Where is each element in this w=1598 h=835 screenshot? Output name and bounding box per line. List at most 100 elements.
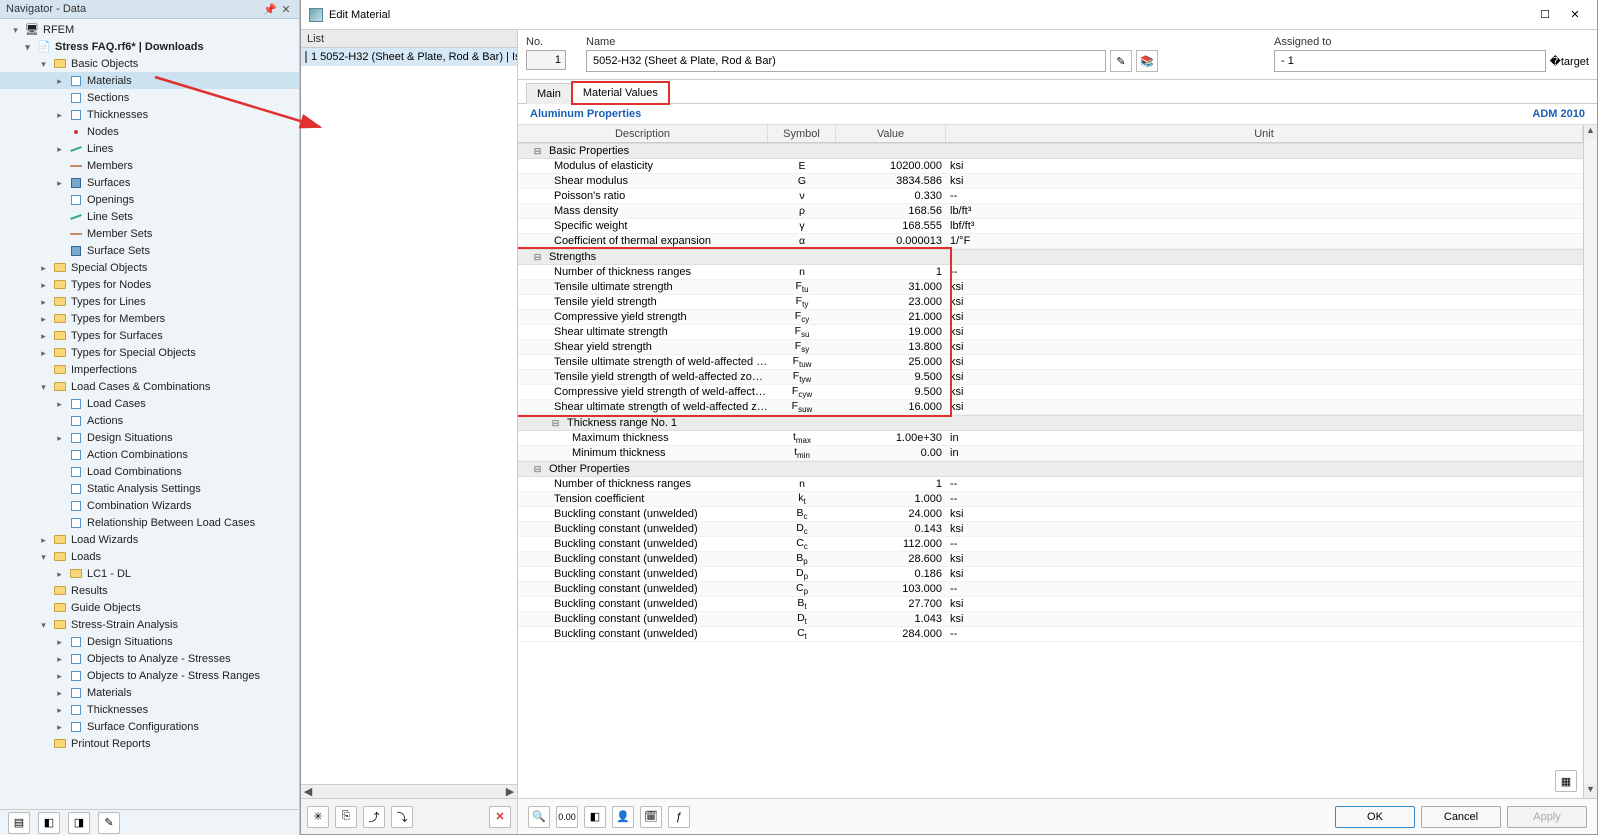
tree-item[interactable]: ▸Load Wizards: [0, 531, 299, 548]
tree-item[interactable]: Line Sets: [0, 208, 299, 225]
data-row[interactable]: Shear ultimate strengthFsu19.000ksi: [518, 325, 1583, 340]
tree-item[interactable]: Members: [0, 157, 299, 174]
tree-item[interactable]: Relationship Between Load Cases: [0, 514, 299, 531]
data-row[interactable]: Minimum thicknesstmin0.00in: [518, 446, 1583, 461]
toolbar-btn-4[interactable]: ⤵: [391, 806, 413, 828]
tree-item[interactable]: ▸Types for Lines: [0, 293, 299, 310]
tree-item[interactable]: ▸Materials: [0, 684, 299, 701]
footer-icon-5[interactable]: 🗓: [640, 806, 662, 828]
help-icon[interactable]: 🔍: [528, 806, 550, 828]
tree-item[interactable]: Surface Sets: [0, 242, 299, 259]
tree-item[interactable]: ▾Loads: [0, 548, 299, 565]
tree-item[interactable]: Combination Wizards: [0, 497, 299, 514]
data-row[interactable]: Buckling constant (unwelded)Dt1.043ksi: [518, 612, 1583, 627]
data-row[interactable]: Compressive yield strengthFcy21.000ksi: [518, 310, 1583, 325]
tree-item[interactable]: ▸Design Situations: [0, 633, 299, 650]
data-row[interactable]: Coefficient of thermal expansionα0.00001…: [518, 234, 1583, 249]
nav-view-display-icon[interactable]: ◧: [38, 812, 60, 834]
tree-item[interactable]: ▸Special Objects: [0, 259, 299, 276]
tree-item[interactable]: ▸LC1 - DL: [0, 565, 299, 582]
tree-item[interactable]: ▸Surfaces: [0, 174, 299, 191]
group-row[interactable]: ⊟Strengths: [518, 249, 1583, 265]
data-row[interactable]: Maximum thicknesstmax1.00e+30in: [518, 431, 1583, 446]
nav-view-data-icon[interactable]: ▤: [8, 812, 30, 834]
tree-item[interactable]: ▾Load Cases & Combinations: [0, 378, 299, 395]
pin-icon[interactable]: 📌: [263, 2, 277, 16]
data-row[interactable]: Tensile ultimate strengthFtu31.000ksi: [518, 280, 1583, 295]
tree-item[interactable]: Sections: [0, 89, 299, 106]
apply-button[interactable]: Apply: [1507, 806, 1587, 828]
tree-item[interactable]: ▸Design Situations: [0, 429, 299, 446]
tree-item[interactable]: Actions: [0, 412, 299, 429]
data-row[interactable]: Specific weightγ168.555lbf/ft³: [518, 219, 1583, 234]
tree-item[interactable]: Static Analysis Settings: [0, 480, 299, 497]
data-row[interactable]: Buckling constant (unwelded)Dp0.186ksi: [518, 567, 1583, 582]
library-icon[interactable]: 📚: [1136, 50, 1158, 72]
group-row[interactable]: ⊟Other Properties: [518, 461, 1583, 477]
tree-item[interactable]: ▸Objects to Analyze - Stresses: [0, 650, 299, 667]
tree-item[interactable]: ▸Objects to Analyze - Stress Ranges: [0, 667, 299, 684]
tab-material-values[interactable]: Material Values: [572, 82, 669, 104]
data-row[interactable]: Tensile ultimate strength of weld-affect…: [518, 355, 1583, 370]
data-row[interactable]: Buckling constant (unwelded)Bc24.000ksi: [518, 507, 1583, 522]
grid-corner-button[interactable]: ▦: [1555, 770, 1577, 792]
tree-item[interactable]: Member Sets: [0, 225, 299, 242]
grid-vscroll[interactable]: ▲▼: [1583, 125, 1597, 798]
footer-icon-4[interactable]: 👤: [612, 806, 634, 828]
data-row[interactable]: Buckling constant (unwelded)Ct284.000--: [518, 627, 1583, 642]
delete-item-button[interactable]: ✕: [489, 806, 511, 828]
tree-item[interactable]: Guide Objects: [0, 599, 299, 616]
properties-grid[interactable]: Description Symbol Value Unit ⊟Basic Pro…: [518, 125, 1583, 798]
data-row[interactable]: Buckling constant (unwelded)Bp28.600ksi: [518, 552, 1583, 567]
data-row[interactable]: Compressive yield strength of weld-affec…: [518, 385, 1583, 400]
group-row[interactable]: ⊟Thickness range No. 1: [518, 415, 1583, 431]
cancel-button[interactable]: Cancel: [1421, 806, 1501, 828]
window-close-button[interactable]: ✕: [1561, 5, 1589, 25]
navigator-tree[interactable]: ▾🖥RFEM▾📄Stress FAQ.rf6* | Downloads▾Basi…: [0, 19, 299, 809]
nav-view-results-icon[interactable]: ✎: [98, 812, 120, 834]
name-field[interactable]: [586, 50, 1106, 72]
window-maximize-button[interactable]: ☐: [1531, 5, 1559, 25]
edit-name-icon[interactable]: ✎: [1110, 50, 1132, 72]
tree-item[interactable]: ▸Thicknesses: [0, 106, 299, 123]
ok-button[interactable]: OK: [1335, 806, 1415, 828]
tree-item[interactable]: ▸Types for Nodes: [0, 276, 299, 293]
tree-item[interactable]: Imperfections: [0, 361, 299, 378]
tree-item[interactable]: Printout Reports: [0, 735, 299, 752]
list-item[interactable]: 1 5052-H32 (Sheet & Plate, Rod & Bar) | …: [301, 48, 517, 66]
tree-item[interactable]: ▸Materials: [0, 72, 299, 89]
data-row[interactable]: Tension coefficientkt1.000--: [518, 492, 1583, 507]
tree-item[interactable]: Results: [0, 582, 299, 599]
close-icon[interactable]: ✕: [279, 2, 293, 16]
select-assigned-icon[interactable]: �target: [1550, 55, 1589, 68]
footer-icon-3[interactable]: ◧: [584, 806, 606, 828]
tree-item[interactable]: Action Combinations: [0, 446, 299, 463]
footer-icon-6[interactable]: ƒ: [668, 806, 690, 828]
data-row[interactable]: Mass densityρ168.56lb/ft³: [518, 204, 1583, 219]
grid-options-icon[interactable]: ▦: [1555, 770, 1577, 792]
data-row[interactable]: Poisson's ratioν0.330--: [518, 189, 1583, 204]
copy-item-button[interactable]: ⎘: [335, 806, 357, 828]
data-row[interactable]: Shear modulusG3834.586ksi: [518, 174, 1583, 189]
tree-item[interactable]: ▸Surface Configurations: [0, 718, 299, 735]
tree-item[interactable]: ▸Types for Members: [0, 310, 299, 327]
nav-view-views-icon[interactable]: ◨: [68, 812, 90, 834]
data-row[interactable]: Tensile yield strengthFty23.000ksi: [518, 295, 1583, 310]
tree-item[interactable]: ▸Types for Surfaces: [0, 327, 299, 344]
group-row[interactable]: ⊟Basic Properties: [518, 143, 1583, 159]
data-row[interactable]: Buckling constant (unwelded)Cp103.000--: [518, 582, 1583, 597]
tree-item[interactable]: Openings: [0, 191, 299, 208]
tree-item[interactable]: ▸Lines: [0, 140, 299, 157]
data-row[interactable]: Number of thickness rangesn1--: [518, 477, 1583, 492]
tree-item[interactable]: ▸Types for Special Objects: [0, 344, 299, 361]
assigned-field[interactable]: [1274, 50, 1546, 72]
units-icon[interactable]: 0.00: [556, 806, 578, 828]
tree-item[interactable]: Load Combinations: [0, 463, 299, 480]
data-row[interactable]: Shear yield strengthFsy13.800ksi: [518, 340, 1583, 355]
data-row[interactable]: Shear ultimate strength of weld-affected…: [518, 400, 1583, 415]
new-item-button[interactable]: ✳: [307, 806, 329, 828]
tree-item[interactable]: ▾Basic Objects: [0, 55, 299, 72]
toolbar-btn-3[interactable]: ⤴: [363, 806, 385, 828]
data-row[interactable]: Number of thickness rangesn1--: [518, 265, 1583, 280]
tree-item[interactable]: ▸Thicknesses: [0, 701, 299, 718]
